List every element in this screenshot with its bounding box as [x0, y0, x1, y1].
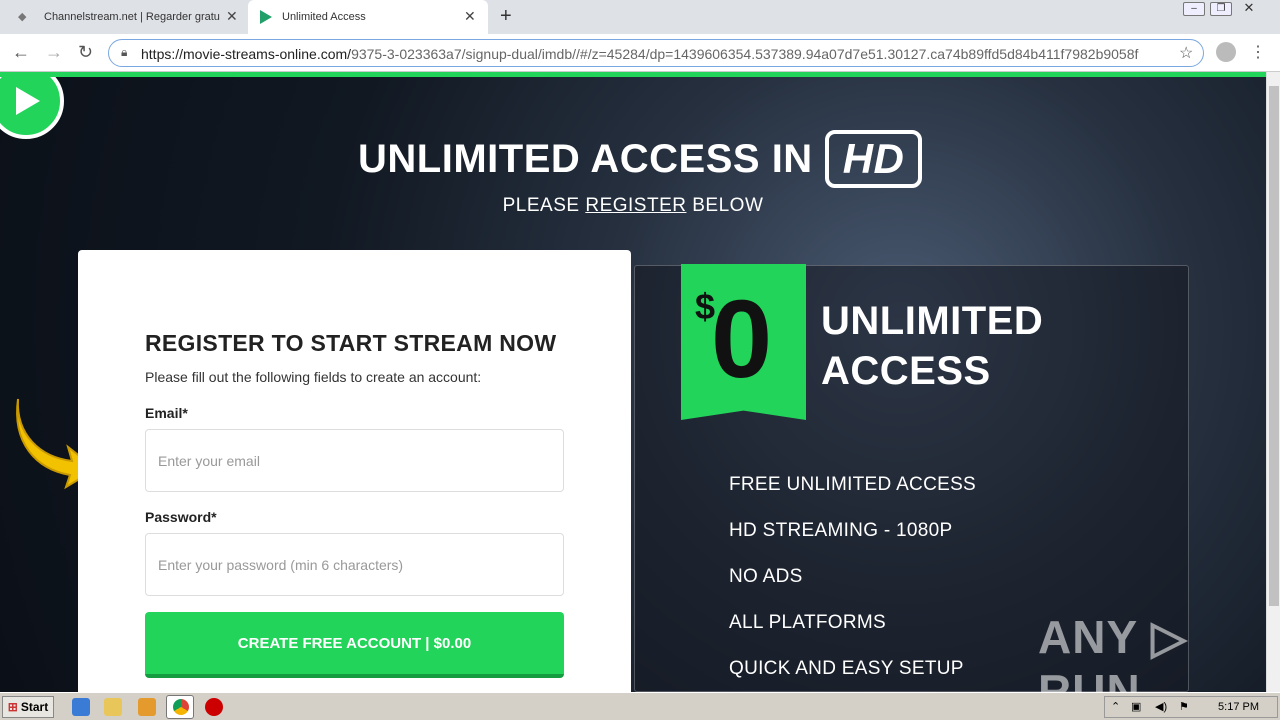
windows-logo-icon: ⊞ [7, 700, 18, 714]
tab-unlimited-access[interactable]: Unlimited Access ✕ [248, 0, 488, 34]
tray-expand-icon[interactable]: ⌃ [1111, 700, 1120, 713]
volume-icon[interactable]: ◀) [1155, 700, 1167, 713]
promo-title-line: ACCESS [821, 349, 991, 393]
address-bar[interactable]: 🔒︎ https://movie-streams-online.com/9375… [108, 39, 1204, 67]
page-scrollbar[interactable] [1266, 72, 1280, 692]
tab-title: Unlimited Access [282, 11, 366, 23]
form-description: Please fill out the following fields to … [145, 369, 482, 385]
new-tab-button[interactable]: + [500, 5, 512, 28]
promo-title-line: UNLIMITED [821, 299, 1044, 343]
profile-avatar-icon[interactable] [1216, 42, 1236, 62]
chrome-icon [173, 699, 189, 715]
form-title: REGISTER TO START STREAM NOW [145, 330, 557, 356]
create-account-button[interactable]: CREATE FREE ACCOUNT | $0.00 [145, 612, 564, 678]
close-window-icon[interactable]: ✕ [1238, 1, 1260, 16]
back-icon[interactable]: ← [12, 42, 30, 63]
play-favicon-icon [260, 10, 272, 24]
windows-taskbar: ⊞ Start ⌃ ▣ ◀) ⚑ 5:17 PM [0, 692, 1280, 720]
lock-icon: 🔒︎ [121, 45, 128, 59]
forward-icon[interactable]: → [45, 42, 63, 63]
chrome-taskbar-button[interactable] [166, 695, 194, 719]
password-field[interactable] [145, 533, 564, 596]
browser-tab-bar: ◆ Channelstream.net | Regarder gratu ✕ U… [0, 0, 1280, 34]
internet-explorer-icon[interactable] [72, 698, 90, 716]
feature-item: ALL PLATFORMS [729, 612, 886, 633]
start-button[interactable]: ⊞ Start [2, 696, 54, 718]
feature-item: QUICK AND EASY SETUP [729, 658, 964, 679]
site-favicon-icon: ◆ [18, 11, 27, 23]
start-label: Start [20, 700, 49, 714]
close-tab-icon[interactable]: ✕ [464, 8, 476, 25]
price-tag: $ 0 [681, 264, 806, 420]
register-form-card: REGISTER TO START STREAM NOW Please fill… [78, 250, 631, 692]
subheading-pre: PLEASE [502, 195, 586, 216]
maximize-icon[interactable]: ❐ [1210, 2, 1232, 16]
promo-title: UNLIMITED ACCESS [821, 296, 1043, 396]
reload-icon[interactable]: ↻ [78, 42, 93, 63]
email-field[interactable] [145, 429, 564, 492]
clock[interactable]: 5:17 PM [1218, 701, 1259, 713]
flag-icon[interactable]: ⚑ [1179, 700, 1189, 713]
feature-item: FREE UNLIMITED ACCESS [729, 474, 977, 495]
site-logo-icon[interactable] [0, 77, 64, 139]
bookmark-star-icon[interactable]: ☆ [1179, 43, 1193, 63]
network-icon[interactable]: ▣ [1131, 700, 1141, 713]
tab-title: Channelstream.net | Regarder gratu [44, 11, 220, 23]
feature-item: NO ADS [729, 566, 803, 587]
scrollbar-thumb[interactable] [1269, 86, 1279, 606]
opera-icon[interactable] [205, 698, 223, 716]
hd-badge: HD [824, 130, 923, 188]
headline-text: UNLIMITED ACCESS IN [358, 136, 813, 181]
price-value: 0 [711, 278, 773, 401]
media-player-icon[interactable] [138, 698, 156, 716]
page-subheading: PLEASE REGISTER BELOW [0, 195, 1266, 217]
page-headline: UNLIMITED ACCESS IN HD [358, 129, 923, 189]
anyrun-watermark: ANY ▷ RUN [1038, 611, 1188, 692]
tab-channelstream[interactable]: ◆ Channelstream.net | Regarder gratu ✕ [0, 0, 246, 34]
page-content: UNLIMITED ACCESS IN HD PLEASE REGISTER B… [0, 77, 1266, 692]
browser-toolbar: ← → ↻ 🔒︎ https://movie-streams-online.co… [0, 34, 1280, 72]
close-tab-icon[interactable]: ✕ [226, 8, 238, 25]
menu-dots-icon[interactable]: ⋮ [1250, 42, 1266, 62]
password-label: Password* [145, 509, 217, 525]
register-link[interactable]: REGISTER [585, 195, 686, 216]
minimize-icon[interactable]: – [1183, 2, 1205, 16]
system-tray: ⌃ ▣ ◀) ⚑ 5:17 PM [1104, 696, 1278, 718]
subheading-post: BELOW [686, 195, 764, 216]
email-label: Email* [145, 405, 188, 421]
file-explorer-icon[interactable] [104, 698, 122, 716]
url-text: https://movie-streams-online.com/9375-3-… [141, 46, 1139, 62]
feature-item: HD STREAMING - 1080P [729, 520, 953, 541]
